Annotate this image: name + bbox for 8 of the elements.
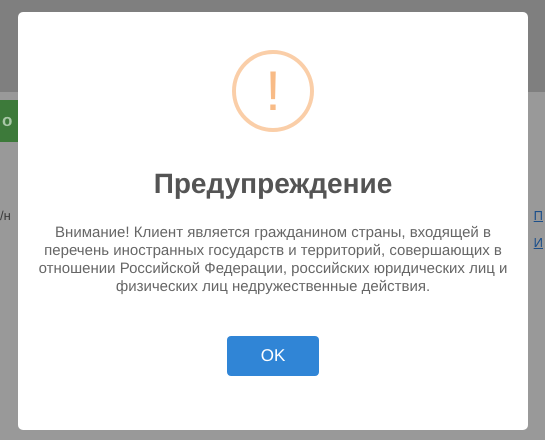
ok-button[interactable]: OK — [227, 336, 319, 376]
background-link[interactable]: И — [534, 235, 543, 250]
background-link[interactable]: П — [534, 208, 543, 223]
dialog-title: Предупреждение — [154, 168, 392, 200]
dialog-message: Внимание! Клиент является гражданином страны, входящей в перечень иностранных государств и территорий, совершающих в отношении Российской Федерации, российских юридических лиц и физических лиц недружественные действия. — [38, 224, 508, 296]
warning-icon: ! — [232, 50, 314, 132]
background-button[interactable]: о — [0, 100, 18, 142]
background-text: /н — [0, 208, 11, 223]
